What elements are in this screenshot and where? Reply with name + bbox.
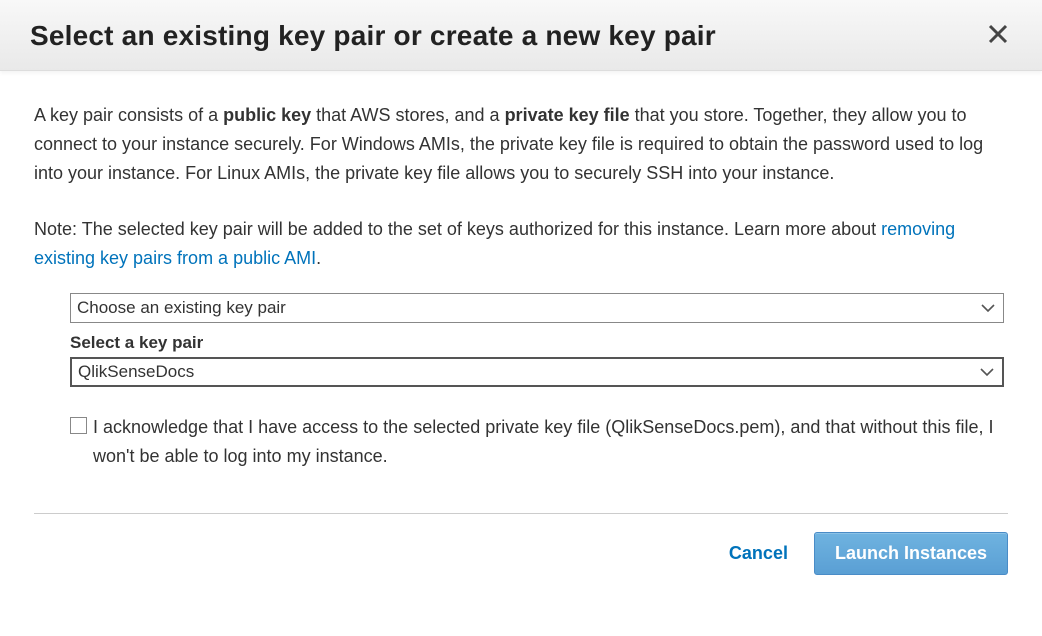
description-paragraph: A key pair consists of a public key that… [34,101,1008,187]
desc-bold-private-key-file: private key file [505,105,630,125]
acknowledge-text: I acknowledge that I have access to the … [93,413,994,471]
keypair-dialog: Select an existing key pair or create a … [0,0,1042,599]
desc-text-c: that AWS stores, and a [311,105,504,125]
dialog-title: Select an existing key pair or create a … [30,20,716,52]
launch-instances-button[interactable]: Launch Instances [814,532,1008,575]
close-icon[interactable] [984,22,1012,50]
keypair-select-value: QlikSenseDocs [78,362,194,382]
note-paragraph: Note: The selected key pair will be adde… [34,215,1008,273]
keypair-mode-select-value: Choose an existing key pair [77,298,286,318]
form-area: Choose an existing key pair Select a key… [34,293,1008,471]
dialog-footer: Cancel Launch Instances [34,513,1008,599]
keypair-mode-select[interactable]: Choose an existing key pair [70,293,1004,323]
cancel-button[interactable]: Cancel [729,543,788,564]
acknowledge-row: I acknowledge that I have access to the … [70,413,1004,471]
desc-bold-public-key: public key [223,105,311,125]
desc-text-a: A key pair consists of a [34,105,223,125]
keypair-select-label: Select a key pair [70,333,1004,353]
dialog-body: A key pair consists of a public key that… [0,71,1042,513]
chevron-down-icon [980,367,994,377]
keypair-select[interactable]: QlikSenseDocs [70,357,1004,387]
dialog-header: Select an existing key pair or create a … [0,0,1042,71]
note-suffix: . [316,248,321,268]
note-prefix: Note: The selected key pair will be adde… [34,219,881,239]
chevron-down-icon [981,303,995,313]
acknowledge-checkbox[interactable] [70,417,87,434]
